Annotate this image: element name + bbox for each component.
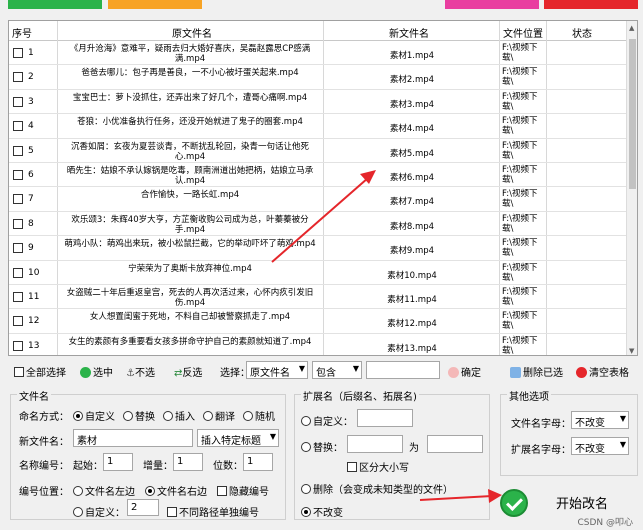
arrowhead [488,489,502,503]
arrow-to-start [419,495,493,501]
arrow-to-newname [271,177,369,263]
annotation-arrows [271,170,502,503]
